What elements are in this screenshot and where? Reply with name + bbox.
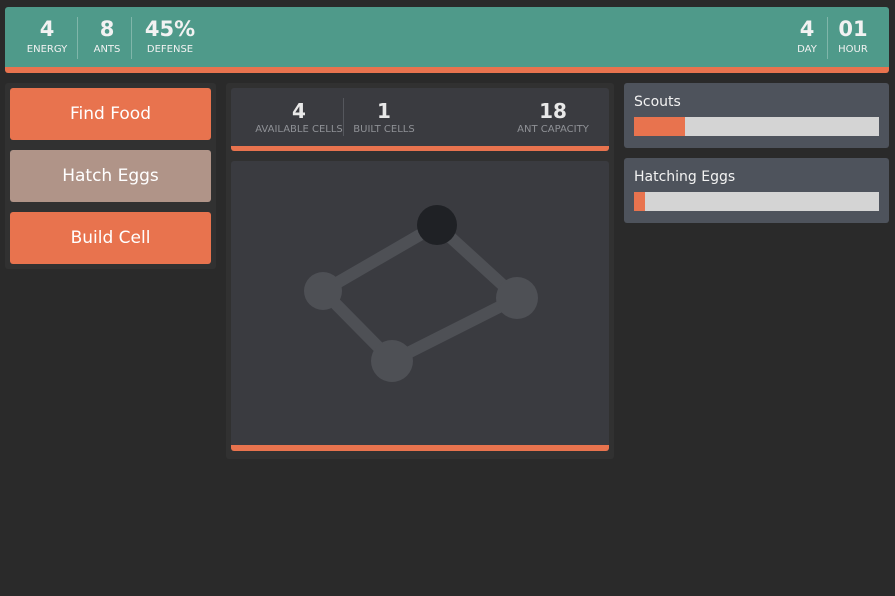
colony-area: 4 AVAILABLE CELLS 1 BUILT CELLS 18 ANT C… [226, 83, 614, 459]
cell-node-top[interactable] [417, 205, 457, 245]
hatching-progress-bar [634, 192, 879, 211]
built-cells-value: 1 [377, 99, 391, 123]
hatching-eggs-label: Hatching Eggs [634, 169, 736, 185]
defense-value: 45% [144, 17, 196, 41]
colony-graph [304, 205, 538, 382]
cell-node-left[interactable] [304, 272, 342, 310]
divider [131, 17, 132, 59]
scouts-progress-fill [634, 117, 686, 136]
ants-label: ANTS [93, 44, 121, 55]
ant-capacity-label: ANT CAPACITY [517, 124, 589, 135]
colony-map [231, 161, 609, 451]
available-cells-label: AVAILABLE CELLS [255, 124, 343, 135]
hour-value: 01 [838, 17, 868, 41]
find-food-button[interactable]: Find Food [10, 88, 211, 140]
divider [343, 98, 344, 136]
energy-value: 4 [39, 17, 55, 41]
ants-value: 8 [99, 17, 115, 41]
ants-stat: 8 ANTS [85, 7, 129, 67]
hatching-progress-fill [634, 192, 646, 211]
build-cell-button[interactable]: Build Cell [10, 212, 211, 264]
available-cells-value: 4 [292, 99, 306, 123]
built-cells-stat: 1 BUILT CELLS [349, 88, 419, 146]
available-cells-stat: 4 AVAILABLE CELLS [249, 88, 349, 146]
ant-capacity-stat: 18 ANT CAPACITY [513, 88, 593, 146]
divider [77, 17, 78, 59]
hour-stat: 01 HOUR [833, 7, 873, 67]
day-label: DAY [797, 44, 817, 55]
divider [827, 17, 828, 59]
cells-summary: 4 AVAILABLE CELLS 1 BUILT CELLS 18 ANT C… [231, 88, 609, 151]
ant-capacity-value: 18 [539, 99, 567, 123]
actions-panel: Find Food Hatch Eggs Build Cell [5, 83, 216, 269]
day-stat: 4 DAY [791, 7, 823, 67]
energy-stat: 4 ENERGY [23, 7, 71, 67]
hatching-panel: Hatching Eggs [624, 158, 889, 223]
day-value: 4 [799, 17, 815, 41]
scouts-progress-bar [634, 117, 879, 136]
status-bar: 4 ENERGY 8 ANTS 45% DEFENSE 4 DAY 01 HOU… [5, 7, 889, 73]
energy-label: ENERGY [26, 44, 68, 55]
built-cells-label: BUILT CELLS [353, 124, 415, 135]
defense-label: DEFENSE [146, 44, 194, 55]
scouts-label: Scouts [634, 94, 681, 110]
scouts-panel: Scouts [624, 83, 889, 148]
defense-stat: 45% DEFENSE [139, 7, 201, 67]
hatch-eggs-button[interactable]: Hatch Eggs [10, 150, 211, 202]
cell-node-right[interactable] [496, 277, 538, 319]
cell-node-bottom[interactable] [371, 340, 413, 382]
hour-label: HOUR [838, 44, 868, 55]
